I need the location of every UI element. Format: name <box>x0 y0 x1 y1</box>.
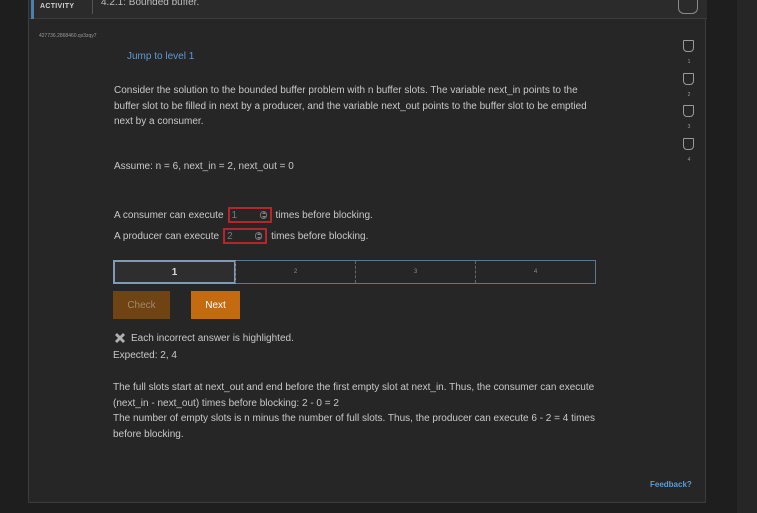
activity-header: ACTIVITY 4.2.1: Bounded buffer. <box>29 0 707 19</box>
consumer-question: A consumer can execute times before bloc… <box>114 205 373 225</box>
consumer-count-input[interactable] <box>231 210 258 221</box>
level-flag-icon <box>683 105 694 117</box>
level-tab-4[interactable]: 4 <box>475 261 595 283</box>
result-message-text: Each incorrect answer is highlighted. <box>131 332 294 344</box>
check-button[interactable]: Check <box>113 291 170 319</box>
activity-type-label: ACTIVITY <box>40 3 75 10</box>
level-tab-1[interactable]: 1 <box>113 260 236 284</box>
level-flag-icon <box>683 40 694 52</box>
level-marker-3[interactable]: 3 <box>682 105 696 135</box>
level-marker-1[interactable]: 1 <box>682 40 696 70</box>
next-button[interactable]: Next <box>191 291 240 319</box>
producer-count-stepper[interactable] <box>223 228 268 244</box>
level-marker-number: 3 <box>687 124 691 130</box>
jump-to-level-link[interactable]: Jump to level 1 <box>127 51 194 62</box>
explanation-producer: The number of empty slots is n minus the… <box>113 413 595 440</box>
producer-count-input[interactable] <box>227 231 254 242</box>
header-accent <box>31 0 34 19</box>
level-marker-number: 1 <box>687 59 691 65</box>
problem-assumption: Assume: n = 6, next_in = 2, next_out = 0 <box>114 161 294 172</box>
level-flag-icon <box>683 73 694 85</box>
consumer-count-stepper[interactable] <box>227 207 272 223</box>
question-text-before: A producer can execute <box>114 230 220 242</box>
level-tab-2[interactable]: 2 <box>235 261 355 283</box>
activity-card: ACTIVITY 4.2.1: Bounded buffer. 427736.2… <box>28 0 707 503</box>
level-marker-number: 4 <box>687 157 691 163</box>
level-marker-2[interactable]: 2 <box>682 73 696 103</box>
producer-question: A producer can execute times before bloc… <box>114 226 368 246</box>
session-id: 427736.2868460.qx3zqy7 <box>39 33 97 39</box>
problem-prompt: Consider the solution to the bounded buf… <box>114 85 587 127</box>
header-divider <box>92 0 93 14</box>
x-mark-icon <box>115 333 125 343</box>
question-text-before: A consumer can execute <box>114 209 224 221</box>
level-tab-3[interactable]: 3 <box>355 261 475 283</box>
level-selector: 1 2 3 4 <box>113 260 596 284</box>
question-text-after: times before blocking. <box>271 230 369 242</box>
level-flag-icon <box>683 138 694 150</box>
spinner-arrows-icon[interactable] <box>259 211 267 219</box>
question-text-after: times before blocking. <box>275 209 373 221</box>
result-message: Each incorrect answer is highlighted. <box>113 331 294 345</box>
explanation-consumer: The full slots start at next_out and end… <box>113 382 595 409</box>
spinner-arrows-icon[interactable] <box>255 232 263 240</box>
explanation: The full slots start at next_out and end… <box>113 380 599 442</box>
right-gutter <box>737 0 757 513</box>
level-marker-4[interactable]: 4 <box>682 138 696 168</box>
level-marker-number: 2 <box>687 92 691 98</box>
completion-flag-icon <box>678 0 698 14</box>
expected-answer: Expected: 2, 4 <box>113 350 177 361</box>
activity-title: 4.2.1: Bounded buffer. <box>101 0 200 8</box>
feedback-link[interactable]: Feedback? <box>650 480 692 489</box>
